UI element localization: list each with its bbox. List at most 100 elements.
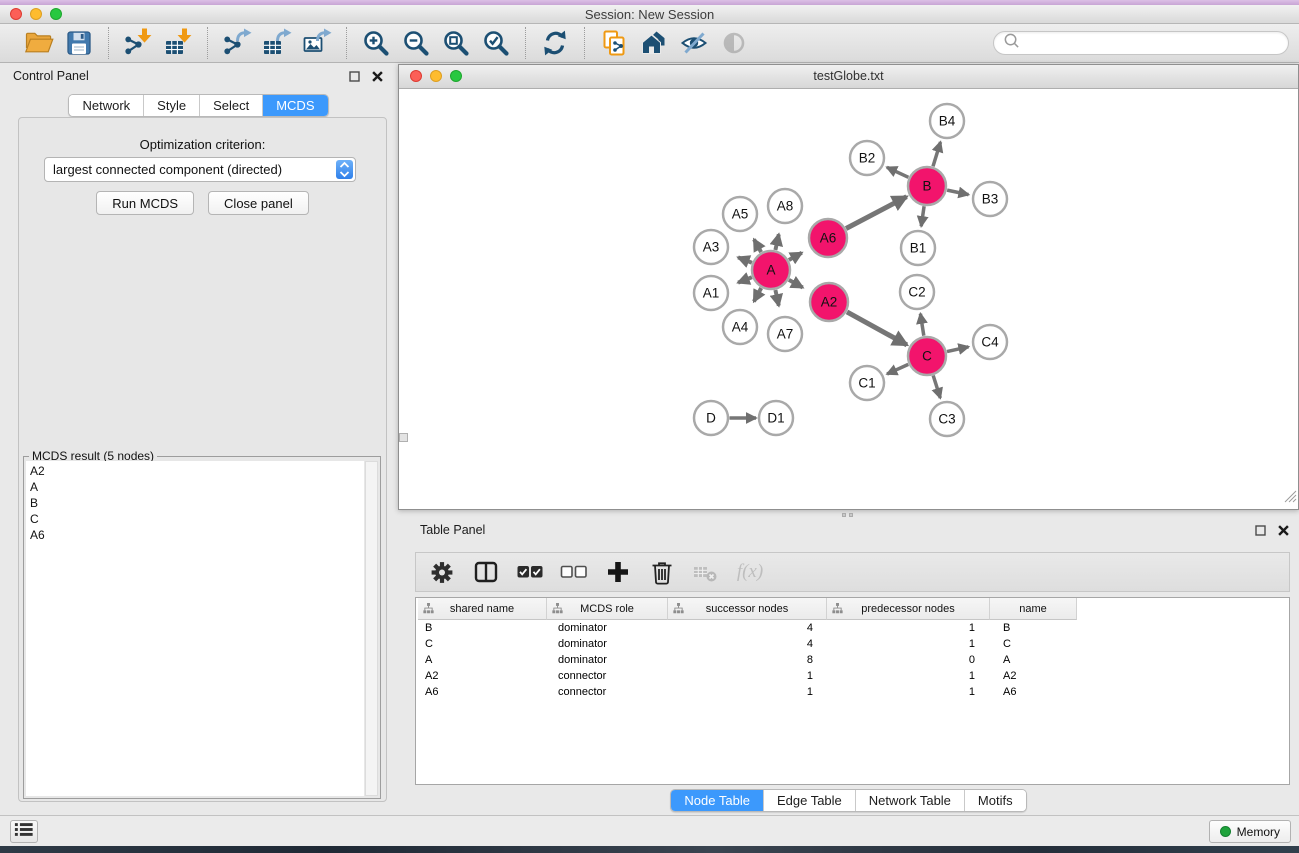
edge-A2-C[interactable]: [847, 312, 907, 345]
export-image-button[interactable]: [299, 27, 335, 59]
column-header-name[interactable]: name: [990, 598, 1077, 620]
zoom-out-button[interactable]: [398, 27, 434, 59]
table-row[interactable]: A2connector11A2: [416, 668, 1289, 684]
tab-select[interactable]: Select: [199, 95, 262, 116]
node-A8[interactable]: A8: [768, 189, 802, 223]
node-B3[interactable]: B3: [973, 182, 1007, 216]
node-C3[interactable]: C3: [930, 402, 964, 436]
edge-A-A6[interactable]: [789, 253, 802, 260]
edge-C-C3[interactable]: [933, 376, 940, 399]
first-neighbors-button[interactable]: [636, 27, 672, 59]
run-mcds-button[interactable]: Run MCDS: [96, 191, 194, 215]
column-header-predecessor-nodes[interactable]: predecessor nodes: [827, 598, 990, 620]
table-row[interactable]: Cdominator41C: [416, 636, 1289, 652]
splitter-grip[interactable]: [399, 433, 408, 442]
edge-B-B1[interactable]: [921, 206, 924, 226]
mcds-result-item[interactable]: A2: [26, 463, 364, 479]
optimization-criterion-select[interactable]: largest connected component (directed): [44, 157, 356, 182]
float-panel-icon[interactable]: [348, 70, 361, 83]
hide-selected-button[interactable]: [676, 27, 712, 59]
tab-motifs[interactable]: Motifs: [964, 790, 1026, 811]
add-button[interactable]: [602, 556, 634, 588]
memory-button[interactable]: Memory: [1209, 820, 1291, 843]
mcds-list-scrollbar[interactable]: [365, 461, 378, 796]
edge-A-A3[interactable]: [738, 257, 752, 262]
edge-A-A1[interactable]: [738, 277, 752, 282]
edge-A-A4[interactable]: [754, 288, 761, 302]
close-panel-icon[interactable]: [371, 70, 384, 83]
node-A5[interactable]: A5: [723, 197, 757, 231]
column-header-mcds-role[interactable]: MCDS role: [547, 598, 668, 620]
node-C[interactable]: C: [908, 337, 946, 375]
tab-mcds[interactable]: MCDS: [262, 95, 327, 116]
node-A1[interactable]: A1: [694, 276, 728, 310]
node-C4[interactable]: C4: [973, 325, 1007, 359]
horizontal-splitter-grip[interactable]: [842, 513, 853, 517]
edge-C-C2[interactable]: [920, 314, 923, 336]
edge-A-A2[interactable]: [789, 280, 803, 288]
export-network-button[interactable]: [219, 27, 255, 59]
mcds-result-item[interactable]: A: [26, 479, 364, 495]
resize-grip-icon[interactable]: [1282, 488, 1297, 508]
node-A3[interactable]: A3: [694, 230, 728, 264]
save-session-button[interactable]: [61, 27, 97, 59]
tab-style[interactable]: Style: [143, 95, 199, 116]
zoom-selected-button[interactable]: [478, 27, 514, 59]
zoom-in-button[interactable]: [358, 27, 394, 59]
table-row[interactable]: Adominator80A: [416, 652, 1289, 668]
node-D[interactable]: D: [694, 401, 728, 435]
edge-A-A5[interactable]: [754, 239, 761, 252]
table-cell: C: [990, 638, 1077, 650]
node-A4[interactable]: A4: [723, 310, 757, 344]
node-C2[interactable]: C2: [900, 275, 934, 309]
node-D1[interactable]: D1: [759, 401, 793, 435]
settings-button[interactable]: [426, 556, 458, 588]
import-table-button[interactable]: [160, 27, 196, 59]
task-history-button[interactable]: [10, 820, 38, 843]
tab-network-table[interactable]: Network Table: [855, 790, 964, 811]
mcds-result-item[interactable]: C: [26, 511, 364, 527]
search-field[interactable]: [993, 31, 1289, 55]
close-table-panel-icon[interactable]: [1277, 524, 1290, 537]
select-all-button[interactable]: [514, 556, 546, 588]
open-file-button[interactable]: [21, 27, 57, 59]
export-table-button[interactable]: [259, 27, 295, 59]
duplicate-network-button[interactable]: [596, 27, 632, 59]
search-input[interactable]: [1025, 35, 1279, 51]
edge-A-A7[interactable]: [775, 290, 778, 306]
node-A[interactable]: A: [752, 251, 790, 289]
tab-network[interactable]: Network: [69, 95, 143, 116]
node-A7[interactable]: A7: [768, 317, 802, 351]
column-header-shared-name[interactable]: shared name: [418, 598, 547, 620]
column-header-successor-nodes[interactable]: successor nodes: [668, 598, 827, 620]
network-canvas[interactable]: A A1 A2 A3 A4 A5 A6 A7 A8 B B1 B2 B3 B4 C C1 C2 C3 C4 D D1: [399, 89, 1298, 509]
deselect-all-button[interactable]: [558, 556, 590, 588]
float-table-panel-icon[interactable]: [1254, 524, 1267, 537]
table-row[interactable]: A6connector11A6: [416, 684, 1289, 700]
delete-button[interactable]: [646, 556, 678, 588]
mcds-result-item[interactable]: B: [26, 495, 364, 511]
refresh-button[interactable]: [537, 27, 573, 59]
edge-B-B2[interactable]: [887, 167, 909, 177]
mcds-result-item[interactable]: A6: [26, 527, 364, 543]
node-B4[interactable]: B4: [930, 104, 964, 138]
node-B1[interactable]: B1: [901, 231, 935, 265]
node-A2[interactable]: A2: [810, 283, 848, 321]
edge-C-C1[interactable]: [887, 364, 908, 374]
tab-node-table[interactable]: Node Table: [671, 790, 763, 811]
node-B2[interactable]: B2: [850, 141, 884, 175]
import-network-button[interactable]: [120, 27, 156, 59]
tab-edge-table[interactable]: Edge Table: [763, 790, 855, 811]
split-view-button[interactable]: [470, 556, 502, 588]
edge-A6-B[interactable]: [846, 197, 907, 229]
node-A6[interactable]: A6: [809, 219, 847, 257]
edge-B-B4[interactable]: [933, 142, 941, 166]
edge-B-B3[interactable]: [947, 190, 968, 195]
node-B[interactable]: B: [908, 167, 946, 205]
table-row[interactable]: Bdominator41B: [416, 620, 1289, 636]
edge-A-A8[interactable]: [775, 234, 778, 250]
node-C1[interactable]: C1: [850, 366, 884, 400]
close-panel-button[interactable]: Close panel: [208, 191, 309, 215]
zoom-fit-button[interactable]: [438, 27, 474, 59]
edge-C-C4[interactable]: [947, 347, 969, 352]
